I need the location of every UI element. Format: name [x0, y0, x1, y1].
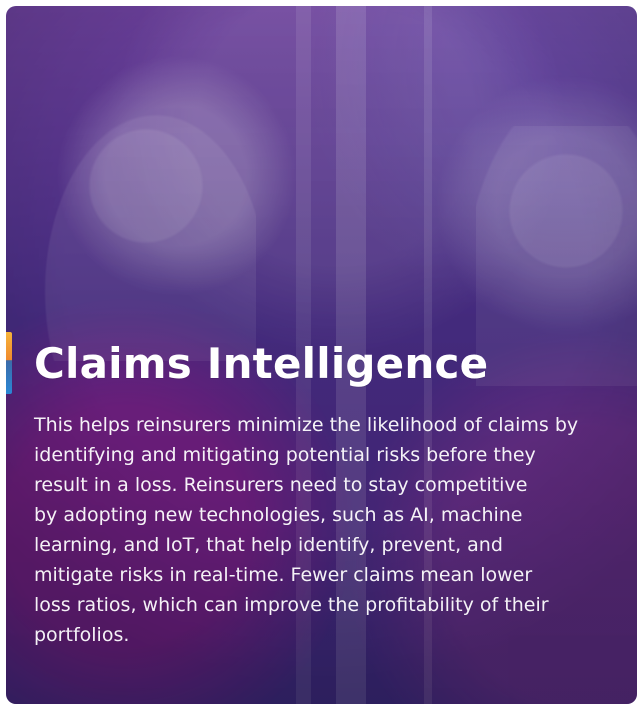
title-accent-bar	[6, 332, 12, 394]
claims-intelligence-card: Claims Intelligence This helps reinsurer…	[6, 6, 637, 704]
card-description: This helps reinsurers minimize the likel…	[34, 414, 579, 646]
card-title: Claims Intelligence	[34, 339, 489, 388]
